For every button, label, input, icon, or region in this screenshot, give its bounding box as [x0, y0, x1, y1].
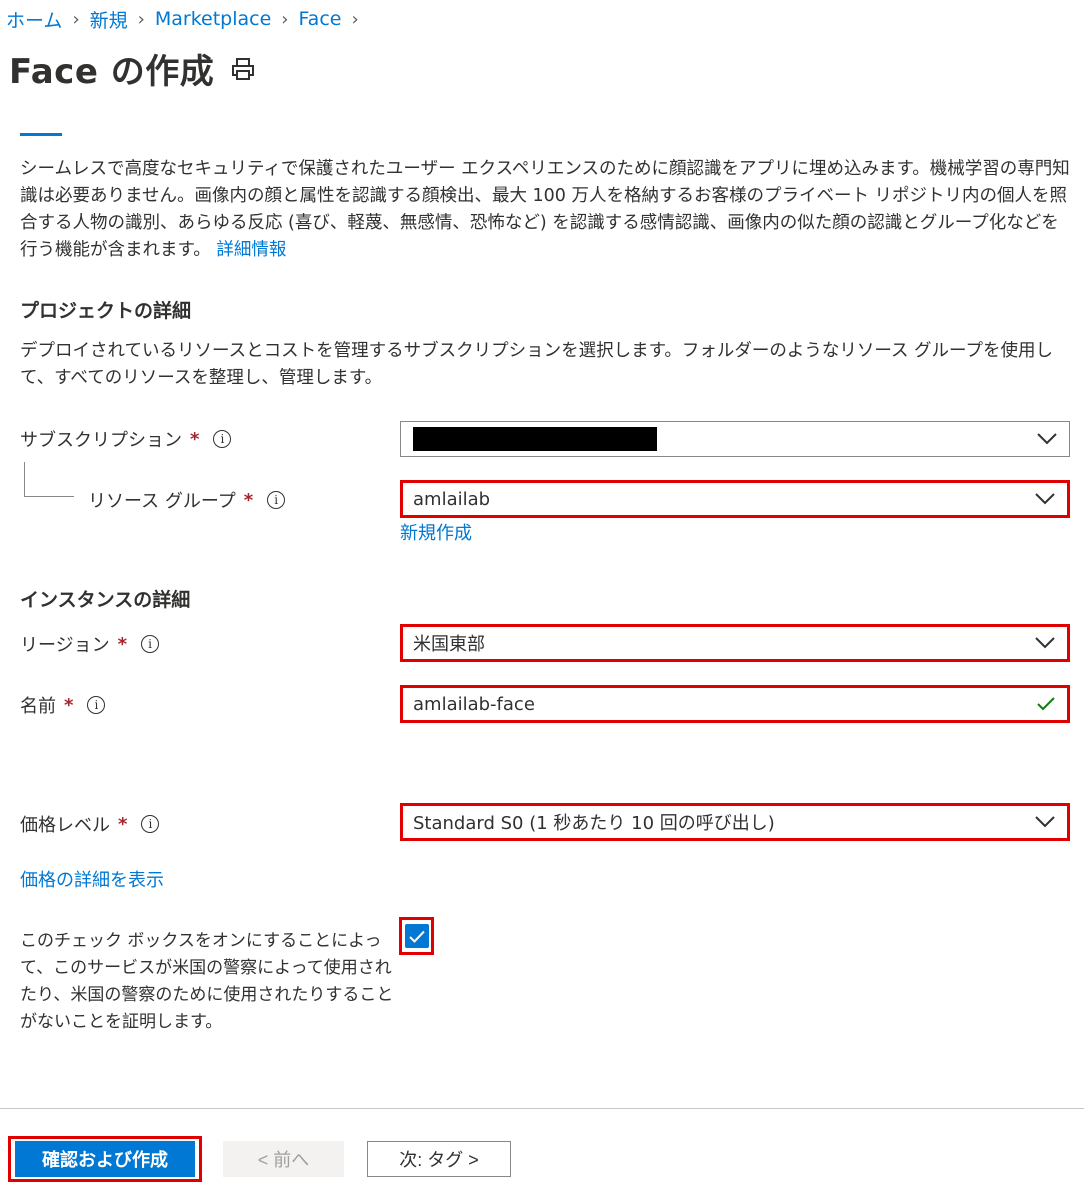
description: シームレスで高度なセキュリティで保護されたユーザー エクスペリエンスのために顔認…	[20, 156, 1070, 264]
region-label-text: リージョン	[20, 635, 110, 656]
review-create-button-highlight: 確認および作成	[8, 1136, 202, 1182]
chevron-right-icon: ›	[72, 8, 80, 30]
pricing-tier-label: 価格レベル * i	[20, 811, 160, 837]
certification-text: このチェック ボックスをオンにすることによって、このサービスが米国の警察によって…	[20, 931, 394, 1032]
region-value: 米国東部	[413, 634, 485, 655]
chevron-down-icon	[1035, 637, 1055, 649]
required-marker: *	[64, 694, 74, 716]
name-label-text: 名前	[20, 696, 56, 717]
region-select[interactable]: 米国東部	[400, 624, 1070, 662]
redacted-subscription-value	[413, 427, 657, 451]
chevron-down-icon	[1035, 816, 1055, 828]
review-create-button[interactable]: 確認および作成	[15, 1141, 195, 1177]
breadcrumb-face[interactable]: Face	[299, 8, 342, 30]
project-details-heading: プロジェクトの詳細	[20, 300, 192, 322]
footer-divider	[0, 1108, 1084, 1109]
checkmark-icon	[1037, 697, 1055, 711]
required-marker: *	[243, 489, 254, 511]
info-icon[interactable]: i	[267, 491, 286, 509]
breadcrumb-marketplace[interactable]: Marketplace	[155, 8, 271, 30]
chevron-down-icon	[1037, 433, 1057, 445]
create-new-resource-group-link[interactable]: 新規作成	[400, 519, 472, 545]
name-input[interactable]: amlailab-face	[400, 685, 1070, 723]
active-tab-indicator	[20, 133, 62, 136]
name-label: 名前 * i	[20, 692, 106, 718]
learn-more-link[interactable]: 詳細情報	[216, 240, 286, 260]
chevron-down-icon	[1035, 493, 1055, 505]
breadcrumb-new[interactable]: 新規	[90, 6, 128, 33]
breadcrumb-home[interactable]: ホーム	[6, 6, 62, 33]
region-label: リージョン * i	[20, 631, 160, 657]
info-icon[interactable]: i	[141, 815, 160, 833]
tree-connector	[24, 496, 74, 497]
chevron-right-icon: ›	[137, 8, 145, 30]
certification-checkbox[interactable]	[399, 917, 434, 955]
chevron-right-icon: ›	[351, 8, 359, 30]
info-icon[interactable]: i	[213, 430, 232, 448]
checkmark-icon	[408, 930, 425, 943]
subscription-select[interactable]	[400, 421, 1070, 457]
pricing-tier-label-text: 価格レベル	[20, 815, 110, 836]
print-icon[interactable]	[230, 56, 256, 82]
pricing-details-link[interactable]: 価格の詳細を表示	[20, 866, 164, 892]
info-icon[interactable]: i	[87, 696, 106, 714]
name-value: amlailab-face	[413, 693, 535, 715]
resource-group-select[interactable]: amlailab	[400, 480, 1070, 518]
next-tags-button[interactable]: 次: タグ >	[367, 1141, 511, 1177]
description-text: シームレスで高度なセキュリティで保護されたユーザー エクスペリエンスのために顔認…	[20, 159, 1070, 260]
pricing-tier-select[interactable]: Standard S0 (1 秒あたり 10 回の呼び出し)	[400, 803, 1070, 841]
required-marker: *	[190, 428, 200, 450]
info-icon[interactable]: i	[141, 635, 160, 653]
previous-button[interactable]: < 前へ	[223, 1141, 344, 1177]
resource-group-label-text: リソース グループ	[88, 491, 236, 512]
subscription-label: サブスクリプション * i	[20, 426, 232, 452]
resource-group-label: リソース グループ * i	[88, 487, 286, 513]
resource-group-value: amlailab	[413, 488, 491, 510]
chevron-right-icon: ›	[281, 8, 289, 30]
pricing-tier-value: Standard S0 (1 秒あたり 10 回の呼び出し)	[413, 813, 775, 834]
required-marker: *	[118, 813, 128, 835]
breadcrumb: ホーム › 新規 › Marketplace › Face ›	[6, 6, 369, 32]
instance-details-heading: インスタンスの詳細	[20, 589, 191, 611]
checkbox-box	[404, 924, 429, 948]
tree-connector	[24, 462, 25, 496]
required-marker: *	[117, 633, 128, 655]
subscription-label-text: サブスクリプション	[20, 430, 182, 451]
page-title: Face の作成	[9, 52, 215, 92]
project-details-text: デプロイされているリソースとコストを管理するサブスクリプションを選択します。フォ…	[20, 341, 1053, 388]
